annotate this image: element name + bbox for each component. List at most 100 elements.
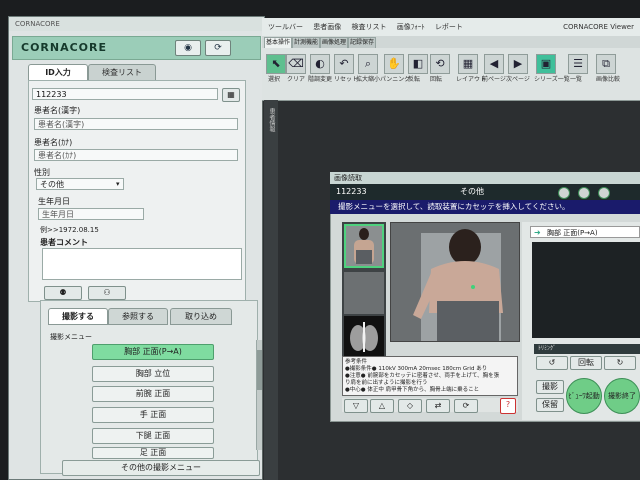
menu-chest-pa[interactable]: 胸部 正面(P→A)	[92, 344, 214, 360]
tab-exam-list[interactable]: 検査リスト	[88, 64, 156, 80]
rotate-left-button[interactable]: ↺	[536, 356, 568, 370]
prev-page-icon[interactable]: ◀	[484, 54, 504, 74]
birthdate-label: 生年月日	[38, 197, 70, 206]
clear-label: クリア	[287, 76, 306, 83]
app-logo: CORNACORE	[21, 41, 108, 54]
rotate-icon[interactable]: ⟲	[430, 54, 450, 74]
pan-label: パンニング	[380, 76, 411, 83]
thumbnail-empty[interactable]	[344, 272, 384, 314]
patient-id-input[interactable]: 112233	[32, 88, 218, 100]
series-list-icon[interactable]: ▣	[536, 54, 556, 74]
chest-xray-icon	[350, 322, 378, 352]
rotate-label-button[interactable]: 回転	[570, 356, 602, 370]
check-image-font[interactable]: 画像ﾌｫｰﾄ	[397, 23, 425, 31]
patient-positioning-illustration	[413, 229, 503, 341]
list-icon[interactable]: ☰	[568, 54, 588, 74]
camera-icon[interactable]: ◉	[175, 40, 201, 56]
dialog-btn-1[interactable]: ▽	[344, 399, 368, 413]
tab-import[interactable]: 取り込め	[170, 308, 232, 325]
viewer-titlebar: ツールバー 患者画像 検査リスト 画像ﾌｫｰﾄ レポート CORNACORE V…	[262, 18, 640, 36]
reset-icon[interactable]: ↶	[334, 54, 354, 74]
patient-search-icon[interactable]: ⚉	[44, 286, 82, 300]
tab-shoot[interactable]: 撮影する	[48, 308, 108, 325]
round-button-3[interactable]	[598, 187, 610, 199]
refresh-icon[interactable]: ⟳	[205, 40, 231, 56]
keypad-icon[interactable]: ▦	[222, 88, 240, 102]
name-kanji-label: 患者名(漢字)	[34, 106, 81, 115]
zoom-icon[interactable]: ⌕	[358, 54, 378, 74]
dialog-instruction: 撮影メニューを選択して、読取装置にカセッテを挿入してください。	[330, 200, 640, 214]
next-page-label: 次ページ	[506, 76, 530, 83]
shoot-button[interactable]: 撮影	[536, 380, 564, 394]
name-kana-input[interactable]: 患者名(ｶﾅ)	[34, 149, 238, 161]
select-icon[interactable]: ⬉	[266, 54, 286, 74]
menu-foot-front[interactable]: 足 正面	[92, 447, 214, 459]
zoom-label: 拡大縮小	[356, 76, 381, 83]
condition-line: ●注意● 前腕部をカセッテに密着させ、両手を上げて、胸を張	[345, 373, 500, 379]
hold-button[interactable]: 保留	[536, 398, 564, 412]
thumbnail-xray[interactable]	[344, 316, 384, 356]
menu-forearm-front[interactable]: 前腕 正面	[92, 386, 214, 402]
other-menu-button[interactable]: その他の撮影メニュー	[62, 460, 260, 476]
rotate-label: 回転	[430, 76, 443, 83]
conditions-title: 参考条件	[345, 359, 368, 365]
round-button-2[interactable]	[578, 187, 590, 199]
app-header: CORNACORE ◉ ⟳	[12, 36, 261, 60]
menu-lower-leg-front[interactable]: 下腿 正面	[92, 428, 214, 444]
shooting-menu-title: 撮影メニュー	[50, 333, 92, 341]
tab-reference[interactable]: 参照する	[108, 308, 168, 325]
dialog-btn-5[interactable]: ⟳	[454, 399, 478, 413]
check-exam-list[interactable]: 検査リスト	[351, 23, 386, 31]
check-report[interactable]: レポート	[435, 23, 463, 31]
next-page-icon[interactable]: ▶	[508, 54, 528, 74]
contrast-icon[interactable]: ◐	[310, 54, 330, 74]
series-list-label: シリーズ一覧	[534, 76, 570, 83]
viewer-title: CORNACORE Viewer	[563, 23, 634, 31]
prev-page-label: 前ページ	[482, 76, 506, 83]
dialog-patient-id: 112233	[336, 187, 367, 196]
help-icon[interactable]: ?	[500, 398, 516, 414]
compare-icon[interactable]: ⧉	[596, 54, 616, 74]
preview-area	[532, 242, 640, 338]
dialog-btn-4[interactable]: ⇄	[426, 399, 450, 413]
birthdate-example: 例>>1972.08.15	[40, 226, 99, 234]
contrast-label: 階調変更	[308, 76, 333, 83]
arrow-right-icon: ➜	[534, 228, 541, 237]
window-titlebar: CORNACORE	[9, 17, 264, 31]
side-label: 患者情報	[268, 108, 275, 132]
check-toolbar[interactable]: ツールバー	[268, 23, 303, 31]
dialog-btn-3[interactable]: ◇	[398, 399, 422, 413]
gender-select[interactable]: その他	[36, 178, 124, 190]
dialog-patient-bar: 112233 その他	[330, 184, 640, 200]
positioning-image	[390, 222, 520, 342]
clear-person-icon[interactable]: ⚇	[88, 286, 126, 300]
clear-icon[interactable]: ⌫	[286, 54, 306, 74]
comment-label: 患者コメント	[40, 238, 88, 247]
name-kanji-input[interactable]: 患者名(漢字)	[34, 118, 238, 130]
flip-icon[interactable]: ◧	[408, 54, 428, 74]
name-kana-label: 患者名(ｶﾅ)	[34, 138, 73, 147]
list-label: 一覧	[570, 76, 583, 83]
end-shooting-button[interactable]: 撮影終了	[604, 378, 640, 414]
compare-label: 画像比較	[596, 76, 621, 83]
check-patient-image[interactable]: 患者画像	[313, 23, 341, 31]
menu-chest-standing[interactable]: 胸部 立位	[92, 366, 214, 382]
round-button-1[interactable]	[558, 187, 570, 199]
gender-label: 性別	[34, 168, 50, 177]
tab-id-input[interactable]: ID入力	[28, 64, 88, 80]
current-menu-field: 胸部 正面(P→A)	[530, 226, 640, 238]
pan-hand-icon[interactable]: ✋	[384, 54, 404, 74]
dialog-category: その他	[460, 187, 484, 196]
thumbnail-current[interactable]	[344, 224, 384, 268]
dialog-btn-2[interactable]: △	[370, 399, 394, 413]
comment-textarea[interactable]	[42, 248, 242, 280]
rotate-right-button[interactable]: ↻	[604, 356, 636, 370]
menu-hand-front[interactable]: 手 正面	[92, 407, 214, 423]
layout-icon[interactable]: ▦	[458, 54, 478, 74]
birthdate-input[interactable]: 生年月日	[38, 208, 144, 220]
dialog-title: 画像読取	[330, 172, 640, 184]
viewer-side-strip: 患者情報	[264, 100, 278, 480]
condition-line: り肩を前に出すように撮影を行う	[345, 380, 428, 386]
chevron-down-icon: ▾	[116, 180, 120, 188]
viewer-launch-button[interactable]: ﾋﾞｭｰﾜ起動	[566, 378, 602, 414]
